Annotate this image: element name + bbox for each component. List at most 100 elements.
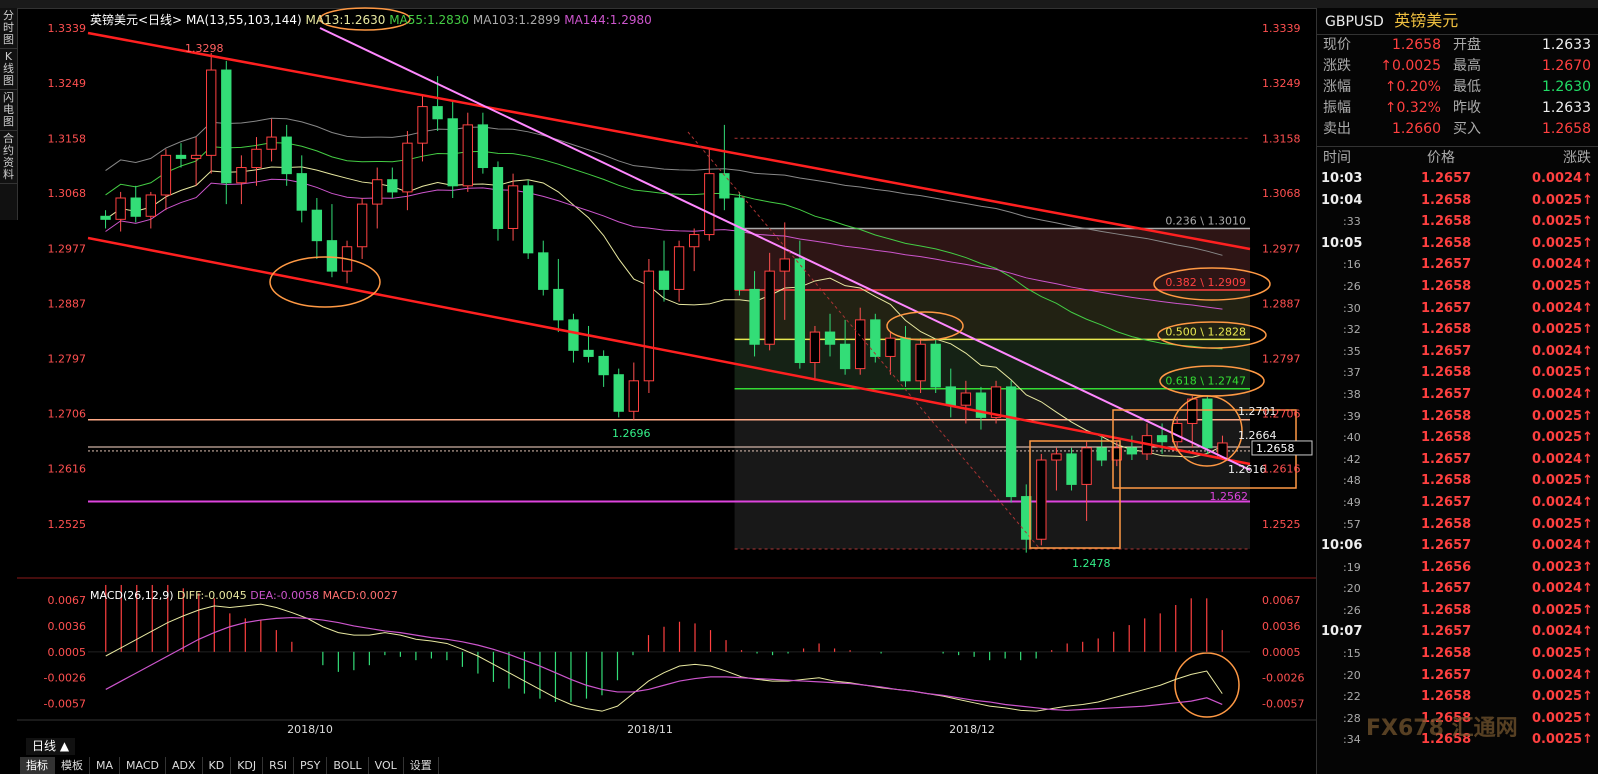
macd-tick-left: 0.0005: [48, 646, 87, 659]
y-tick-right: 1.2887: [1262, 297, 1301, 310]
period-selector[interactable]: 日线 ▲: [26, 738, 76, 755]
fib-label: 0.382 \ 1.2909: [1165, 276, 1246, 289]
quote-label: 昨收: [1453, 100, 1481, 116]
tick-row: 10:04 1.2658 0.0025↑: [1317, 190, 1598, 212]
quote-table: 现价 1.2658 开盘 1.2633 涨跌 ↑0.0025 最高 1.2670 涨幅 ↑0.20…: [1317, 35, 1598, 140]
tick-time: :30: [1343, 301, 1361, 315]
y-tick-left: 1.2797: [48, 352, 87, 365]
candle-body: [749, 288, 760, 345]
tick-change: 0.0024↑: [1531, 343, 1593, 359]
quote-label: 涨幅: [1323, 79, 1351, 95]
macd-value: MACD:0.0027: [322, 589, 398, 602]
indicator-tab-指标[interactable]: 指标: [20, 757, 55, 774]
indicator-tab-设置[interactable]: 设置: [404, 757, 439, 774]
tick-change: 0.0025↑: [1531, 214, 1593, 230]
candle-body: [855, 319, 866, 370]
legend-symbol-name: 英镑美元<日线>: [90, 13, 183, 27]
candle-body: [356, 203, 368, 248]
indicator-tab-BOLL[interactable]: BOLL: [327, 757, 369, 774]
annotation-1.2562: 1.2562: [1210, 490, 1249, 503]
indicator-tab-MACD[interactable]: MACD: [120, 757, 166, 774]
y-tick-right: 1.3158: [1262, 132, 1301, 145]
candle-body: [553, 288, 564, 321]
tick-time: :20: [1343, 582, 1361, 596]
tick-row: :26 1.2658 0.0025↑: [1317, 276, 1598, 298]
candle-body: [1066, 453, 1077, 485]
tick-time: :38: [1343, 387, 1361, 401]
y-tick-right: 1.2797: [1262, 352, 1301, 365]
candle-body: [568, 319, 579, 351]
tick-price: 1.2658: [1421, 192, 1472, 208]
candle-body: [689, 234, 700, 248]
tick-row: :40 1.2658 0.0025↑: [1317, 427, 1598, 449]
annotation-low-2: 1.2478: [1072, 557, 1111, 570]
price-chart[interactable]: 0.236 \ 1.3010 0.382 \ 1.2909 0.500 \ 1.28…: [0, 0, 1316, 738]
candle-body: [673, 246, 685, 290]
y-tick-right: 1.2706: [1262, 408, 1301, 421]
tick-price: 1.2657: [1421, 386, 1472, 402]
tick-header-price: 价格: [1427, 150, 1455, 166]
tick-change: 0.0024↑: [1531, 257, 1593, 273]
tick-row: 10:07 1.2657 0.0024↑: [1317, 621, 1598, 643]
macd-tick-left: 0.0036: [48, 620, 87, 633]
candle-body: [900, 337, 911, 382]
y-tick-right: 1.3339: [1262, 22, 1301, 35]
tick-price: 1.2658: [1421, 278, 1472, 294]
tick-price: 1.2658: [1421, 473, 1472, 489]
tick-change: 0.0025↑: [1531, 689, 1593, 705]
tick-time: :40: [1343, 431, 1361, 445]
tick-time: 10:05: [1321, 235, 1363, 251]
candle-body: [326, 240, 338, 272]
indicator-tab-PSY[interactable]: PSY: [294, 757, 328, 774]
tick-change: 0.0024↑: [1531, 386, 1593, 402]
quote-panel: GBPUSD 英镑美元 现价 1.2658 开盘 1.2633 涨跌 ↑0.0025 最高 1…: [1316, 8, 1598, 774]
legend-ma13: MA13:1.2630: [305, 13, 386, 27]
indicator-tab-RSI[interactable]: RSI: [263, 757, 295, 774]
indicator-tab-ADX[interactable]: ADX: [166, 757, 203, 774]
candle-body: [236, 167, 247, 184]
macd-diff-line: [105, 603, 1223, 712]
tick-price: 1.2657: [1421, 494, 1472, 510]
tick-time: :26: [1343, 279, 1361, 293]
tick-time: :49: [1343, 495, 1361, 509]
quote-symbol: GBPUSD: [1325, 14, 1384, 30]
tick-price: 1.2657: [1421, 667, 1472, 683]
indicator-tab-KDJ[interactable]: KDJ: [231, 757, 264, 774]
tick-change: 0.0024↑: [1531, 171, 1593, 186]
tick-time: :16: [1343, 258, 1361, 272]
y-tick-left: 1.2706: [48, 408, 87, 421]
candle-body: [870, 319, 881, 357]
tick-list[interactable]: 10:03 1.2657 0.0024↑ 10:04 1.2658 0.0025↑:33 1…: [1317, 168, 1598, 751]
tick-price: 1.2657: [1421, 624, 1472, 640]
y-tick-left: 1.3249: [48, 77, 87, 90]
candle-body: [915, 343, 926, 382]
quote-value: ↑0.0025: [1380, 58, 1441, 74]
tick-change: 0.0025↑: [1531, 192, 1593, 208]
last-price-label: 1.2658: [1256, 442, 1295, 455]
watermark-logo: FX678 汇通网: [1366, 716, 1518, 741]
tick-price: 1.2657: [1421, 343, 1472, 359]
candle-body: [206, 69, 217, 156]
indicator-tab-模板[interactable]: 模板: [55, 757, 90, 774]
indicator-tab-MA[interactable]: MA: [90, 757, 121, 774]
candle-body: [190, 154, 202, 159]
indicator-tab-VOL[interactable]: VOL: [369, 757, 404, 774]
quote-label: 买入: [1453, 121, 1481, 137]
highlight-ellipse-low: [269, 256, 381, 308]
quote-label: 最低: [1453, 79, 1481, 95]
tick-change: 0.0024↑: [1531, 451, 1593, 467]
tick-price: 1.2658: [1421, 322, 1472, 338]
candle-body: [522, 185, 534, 254]
candle-body: [1126, 447, 1138, 455]
candle-body: [160, 154, 172, 196]
candle-body: [930, 343, 941, 388]
tick-header: 时间 价格 涨跌: [1317, 146, 1598, 169]
indicator-tab-KD[interactable]: KD: [203, 757, 232, 774]
tick-change: 0.0024↑: [1531, 581, 1593, 597]
tick-row: :20 1.2657 0.0024↑: [1317, 665, 1598, 687]
candle-body: [764, 270, 775, 345]
macd-diff: DIFF:-0.0045: [177, 589, 247, 602]
quote-label: 最高: [1453, 58, 1481, 74]
tick-row: 10:06 1.2657 0.0024↑: [1317, 535, 1598, 557]
upper-channel-line: [87, 31, 1251, 251]
